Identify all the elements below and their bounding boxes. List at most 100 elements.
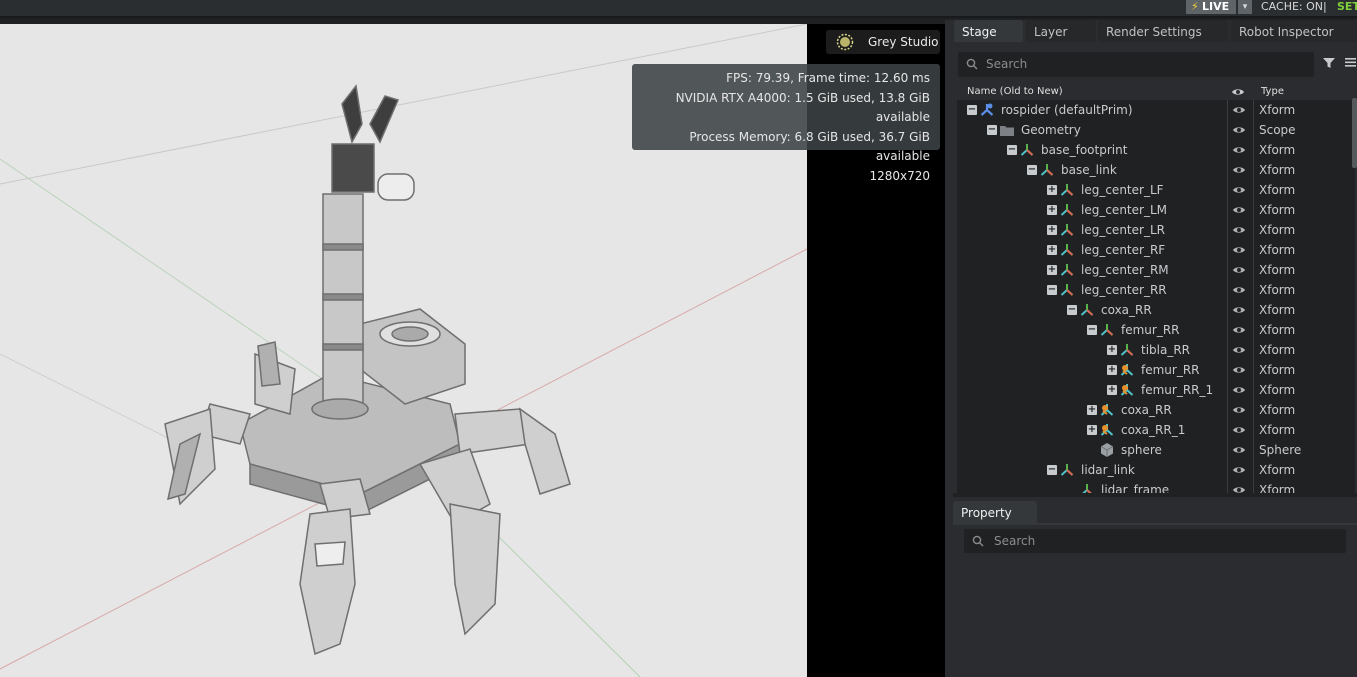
collapse-icon[interactable]: −	[987, 125, 997, 135]
tree-row[interactable]: − leg_center_RR Xform	[957, 280, 1355, 300]
tree-row-type: Xform	[1259, 243, 1296, 257]
tree-row-name: femur_RR	[1141, 363, 1200, 377]
collapse-icon[interactable]: −	[1027, 165, 1037, 175]
collapse-icon[interactable]: −	[967, 105, 977, 115]
lighting-mode-label: Grey Studio	[868, 35, 939, 49]
visibility-eye-icon[interactable]	[1232, 463, 1246, 477]
tree-row[interactable]: − rospider (defaultPrim) Xform	[957, 100, 1355, 120]
tab-layer[interactable]: Layer	[1026, 20, 1096, 42]
visibility-eye-icon[interactable]	[1232, 363, 1246, 377]
tree-row-name: base_link	[1061, 163, 1117, 177]
collapse-icon[interactable]: −	[1047, 465, 1057, 475]
expand-icon[interactable]: +	[1087, 405, 1097, 415]
robot-model[interactable]	[164, 84, 571, 656]
collapse-icon[interactable]: −	[1007, 145, 1017, 155]
tree-row-name: Geometry	[1021, 123, 1081, 137]
visibility-eye-icon[interactable]	[1232, 223, 1246, 237]
xform-icon	[1060, 184, 1074, 196]
column-header-name[interactable]: Name (Old to New)	[967, 84, 1063, 100]
visibility-eye-icon[interactable]	[1232, 403, 1246, 417]
tab-stage[interactable]: Stage	[954, 20, 1023, 42]
tree-row[interactable]: + femur_RR_1 Xform	[957, 380, 1355, 400]
tree-row-type: Xform	[1259, 103, 1296, 117]
tree-row-name: coxa_RR	[1101, 303, 1152, 317]
visibility-eye-icon[interactable]	[1232, 383, 1246, 397]
joint-icon	[1120, 384, 1134, 396]
settings-status[interactable]: SET	[1337, 0, 1357, 14]
visibility-eye-icon[interactable]	[1232, 143, 1246, 157]
visibility-eye-icon[interactable]	[1232, 483, 1246, 493]
tree-row-name: lidar_link	[1081, 463, 1135, 477]
expand-icon[interactable]: +	[1107, 385, 1117, 395]
sun-icon	[836, 33, 854, 51]
panel-splitter[interactable]	[945, 20, 953, 677]
xform-icon	[1040, 164, 1054, 176]
lighting-mode-button[interactable]: Grey Studio	[826, 30, 940, 54]
tab-robot-inspector[interactable]: Robot Inspector	[1231, 20, 1357, 42]
property-search-input[interactable]: Search	[964, 529, 1346, 553]
tree-row[interactable]: + coxa_RR Xform	[957, 400, 1355, 420]
tree-row[interactable]: + tibla_RR Xform	[957, 340, 1355, 360]
collapse-icon[interactable]: −	[1067, 305, 1077, 315]
expand-icon[interactable]: +	[1047, 205, 1057, 215]
expand-icon[interactable]: +	[1107, 345, 1117, 355]
tree-row-type: Xform	[1259, 463, 1296, 477]
collapse-icon[interactable]: −	[1087, 325, 1097, 335]
visibility-eye-icon[interactable]	[1232, 263, 1246, 277]
tree-row[interactable]: − Geometry Scope	[957, 120, 1355, 140]
live-button[interactable]: ⚡ LIVE	[1186, 0, 1236, 14]
tree-row[interactable]: − femur_RR Xform	[957, 320, 1355, 340]
tree-row[interactable]: − lidar_link Xform	[957, 460, 1355, 480]
tree-row[interactable]: + coxa_RR_1 Xform	[957, 420, 1355, 440]
property-tab-strip	[953, 523, 1357, 525]
tree-row-name: sphere	[1121, 443, 1162, 457]
stage-tree[interactable]: Name (Old to New) Type − rospider (defaul…	[957, 84, 1355, 493]
tree-row-name: femur_RR	[1121, 323, 1180, 337]
visibility-eye-icon[interactable]	[1232, 123, 1246, 137]
visibility-eye-icon[interactable]	[1232, 163, 1246, 177]
visibility-eye-icon[interactable]	[1232, 303, 1246, 317]
tree-row[interactable]: lidar_frame Xform	[957, 480, 1355, 493]
visibility-eye-icon[interactable]	[1232, 323, 1246, 337]
collapse-icon[interactable]: −	[1047, 285, 1057, 295]
tree-row[interactable]: sphere Sphere	[957, 440, 1355, 460]
visibility-eye-icon[interactable]	[1232, 423, 1246, 437]
column-header-type[interactable]: Type	[1261, 84, 1284, 100]
stage-scrollbar[interactable]	[1352, 98, 1357, 168]
tree-row[interactable]: + leg_center_LR Xform	[957, 220, 1355, 240]
stage-search-placeholder: Search	[986, 57, 1028, 71]
property-panel: Property	[953, 497, 1357, 677]
visibility-eye-icon[interactable]	[1232, 443, 1246, 457]
tree-row[interactable]: + leg_center_RF Xform	[957, 240, 1355, 260]
expand-icon[interactable]: +	[1047, 265, 1057, 275]
visibility-eye-icon[interactable]	[1232, 343, 1246, 357]
tree-row[interactable]: + leg_center_LF Xform	[957, 180, 1355, 200]
tree-row[interactable]: + leg_center_RM Xform	[957, 260, 1355, 280]
tab-property[interactable]: Property	[953, 501, 1037, 523]
visibility-eye-icon[interactable]	[1232, 203, 1246, 217]
tree-row[interactable]: + femur_RR Xform	[957, 360, 1355, 380]
live-dropdown-chevron-icon[interactable]: ▾	[1238, 0, 1252, 14]
expand-icon[interactable]: +	[1047, 185, 1057, 195]
stage-search-input[interactable]: Search	[958, 52, 1314, 77]
expand-icon[interactable]: +	[1047, 245, 1057, 255]
expand-icon[interactable]: +	[1047, 225, 1057, 235]
menu-icon[interactable]	[1344, 56, 1356, 68]
eye-icon[interactable]	[1231, 85, 1245, 99]
tree-row[interactable]: − base_link Xform	[957, 160, 1355, 180]
expand-icon[interactable]: +	[1107, 365, 1117, 375]
tree-row[interactable]: − coxa_RR Xform	[957, 300, 1355, 320]
visibility-eye-icon[interactable]	[1232, 243, 1246, 257]
visibility-eye-icon[interactable]	[1232, 183, 1246, 197]
tree-row[interactable]: − base_footprint Xform	[957, 140, 1355, 160]
xform-icon	[1060, 244, 1074, 256]
tree-row[interactable]: + leg_center_LM Xform	[957, 200, 1355, 220]
grid-axis-green	[0, 158, 331, 385]
filter-icon[interactable]	[1322, 56, 1336, 70]
xform-icon	[1120, 344, 1134, 356]
visibility-eye-icon[interactable]	[1232, 283, 1246, 297]
visibility-eye-icon[interactable]	[1232, 103, 1246, 117]
tab-render-settings[interactable]: Render Settings	[1098, 20, 1228, 42]
tree-row-type: Xform	[1259, 203, 1296, 217]
expand-icon[interactable]: +	[1087, 425, 1097, 435]
